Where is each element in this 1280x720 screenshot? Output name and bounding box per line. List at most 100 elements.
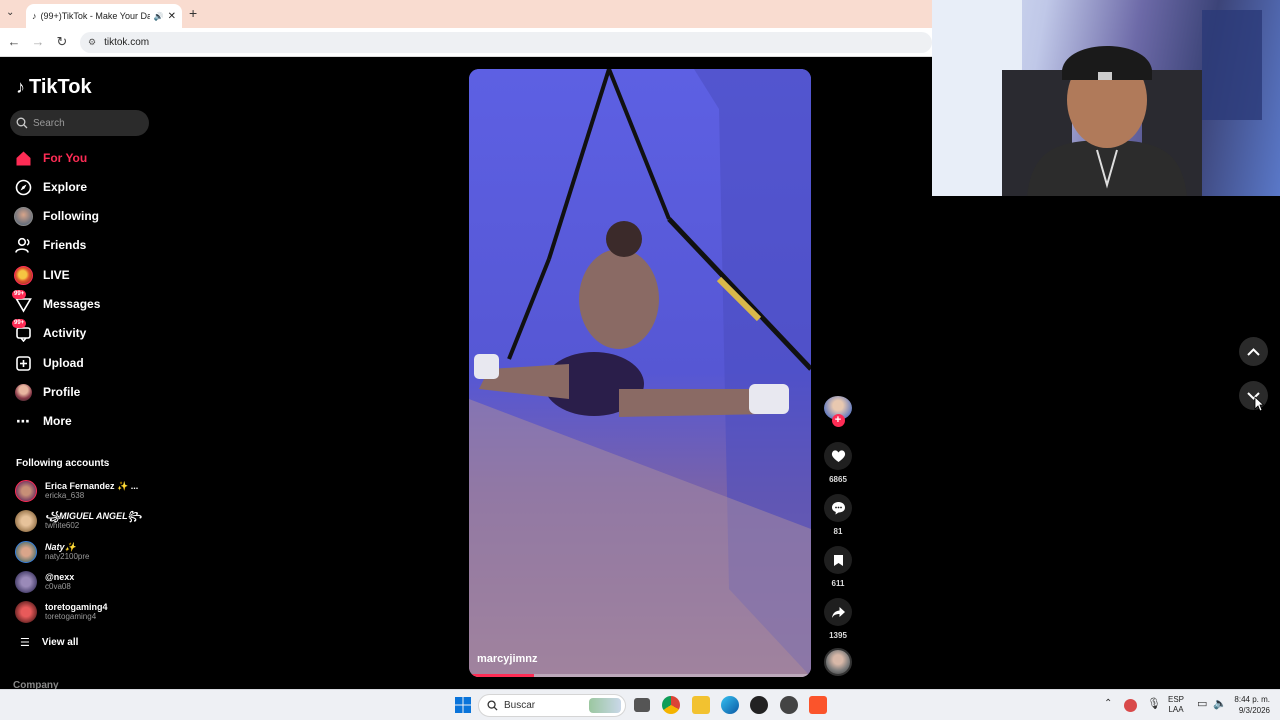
video-author[interactable]: marcyjimnz xyxy=(477,653,538,665)
taskbar-search[interactable]: Buscar xyxy=(478,694,626,717)
nav-for-you[interactable]: For You xyxy=(14,147,87,169)
share-button[interactable]: 1395 xyxy=(823,598,853,640)
input-language[interactable]: ESP LAA xyxy=(1168,695,1184,715)
nav-profile[interactable]: Profile xyxy=(14,381,80,403)
save-button[interactable]: 611 xyxy=(823,546,853,588)
music-disc-icon xyxy=(824,648,852,676)
lang-bottom: LAA xyxy=(1168,705,1184,714)
like-button[interactable]: 6865 xyxy=(823,442,853,484)
tray-app-icon[interactable] xyxy=(1124,699,1137,712)
webcam-streamer-illustration xyxy=(932,0,1262,196)
video-frame-illustration xyxy=(469,69,811,677)
account-item[interactable]: Naty✨ naty2100pre xyxy=(15,539,155,565)
comment-count: 81 xyxy=(833,527,843,536)
network-icon[interactable]: ▭ xyxy=(1197,697,1207,710)
creator-avatar-button[interactable]: + xyxy=(823,396,853,427)
tiktok-logo[interactable]: ♪ TikTok xyxy=(16,76,92,99)
steam-icon[interactable] xyxy=(780,696,798,714)
clock-date: 9/3/2026 xyxy=(1238,706,1270,715)
obs-icon[interactable] xyxy=(750,696,768,714)
system-clock[interactable]: 8:44 p. m. 9/3/2026 xyxy=(1230,694,1270,716)
previous-video-button[interactable] xyxy=(1239,337,1268,366)
nav-label: Profile xyxy=(43,385,81,399)
browser-toolbar: ← → ↻ ⚙ tiktok.com xyxy=(0,28,932,57)
nav-more[interactable]: ⋯ More xyxy=(14,410,72,432)
brave-icon[interactable] xyxy=(809,696,827,714)
view-all-button[interactable]: ☰ View all xyxy=(20,636,78,649)
microphone-icon[interactable]: 🎙 xyxy=(1147,697,1161,710)
site-info-icon[interactable]: ⚙ xyxy=(88,37,96,48)
account-handle: naty2100pre xyxy=(45,552,90,561)
share-count: 1395 xyxy=(829,631,847,640)
task-view-icon[interactable] xyxy=(634,698,650,712)
video-progress-bar[interactable] xyxy=(469,674,811,677)
account-item[interactable]: ꧁MIGUEL ANGEL꧂ twhite602 xyxy=(15,508,155,534)
forward-icon[interactable]: → xyxy=(30,34,46,50)
nav-label: Explore xyxy=(43,180,88,194)
nav-label: For You xyxy=(43,151,88,165)
account-item[interactable]: toretogaming4 toretogaming4 xyxy=(15,599,155,625)
address-bar[interactable]: ⚙ tiktok.com xyxy=(80,32,932,53)
compass-icon xyxy=(14,178,33,197)
tray-chevron-up-icon[interactable]: ⌃ xyxy=(1104,698,1112,709)
nav-following[interactable]: Following xyxy=(14,205,99,227)
nav-label: Activity xyxy=(43,326,87,340)
back-icon[interactable]: ← xyxy=(6,34,22,50)
account-name: Naty✨ xyxy=(45,542,76,552)
nav-activity[interactable]: 99+ Activity xyxy=(12,318,87,344)
profile-icon xyxy=(14,383,33,402)
view-all-label: View all xyxy=(41,637,79,648)
account-handle: twhite602 xyxy=(45,521,80,530)
browser-tab-tiktok[interactable]: ♪ (99+)TikTok - Make Your Day 🔊 ✕ xyxy=(26,4,182,28)
music-disc-button[interactable] xyxy=(823,648,853,676)
search-highlight-icon xyxy=(589,698,621,713)
account-name: Erica Fernandez ✨ ... xyxy=(45,481,139,491)
new-tab-icon[interactable]: + xyxy=(189,5,197,21)
windows-start-icon[interactable] xyxy=(455,697,471,713)
search-placeholder: Search xyxy=(33,117,65,129)
account-item[interactable]: Erica Fernandez ✨ ... ericka_638 xyxy=(15,478,155,504)
nav-label: Messages xyxy=(43,297,101,311)
upload-icon xyxy=(14,354,33,373)
chrome-icon[interactable] xyxy=(662,696,680,714)
account-handle: toretogaming4 xyxy=(45,612,97,621)
following-avatar-icon xyxy=(14,206,33,226)
nav-upload[interactable]: Upload xyxy=(14,352,84,374)
nav-messages[interactable]: 99+ Messages xyxy=(12,289,101,315)
video-progress-fill xyxy=(469,674,534,677)
nav-label: Friends xyxy=(43,238,87,252)
account-handle: c0va08 xyxy=(45,582,71,591)
video-player[interactable]: marcyjimnz xyxy=(469,69,811,677)
sidebar: ♪ TikTok Search For You Explore Followin… xyxy=(0,58,165,691)
heart-icon xyxy=(824,442,852,470)
activity-icon: 99+ xyxy=(12,318,33,343)
following-accounts-title: Following accounts xyxy=(16,458,110,469)
chevron-up-icon xyxy=(1247,347,1260,356)
bookmark-icon xyxy=(824,546,852,574)
tiktok-favicon-icon: ♪ xyxy=(32,11,37,21)
speaker-icon[interactable]: 🔊 xyxy=(154,12,164,21)
url-text: tiktok.com xyxy=(104,37,150,48)
reload-icon[interactable]: ↻ xyxy=(54,34,70,50)
nav-explore[interactable]: Explore xyxy=(14,176,87,198)
tab-search-chevron-icon[interactable]: ⌄ xyxy=(6,7,14,18)
comment-button[interactable]: 81 xyxy=(823,494,853,536)
nav-label: Following xyxy=(43,209,99,223)
more-icon: ⋯ xyxy=(16,412,31,429)
account-item[interactable]: @nexx c0va08 xyxy=(15,569,155,595)
tab-close-icon[interactable]: ✕ xyxy=(168,11,176,22)
nav-friends[interactable]: Friends xyxy=(14,234,86,256)
avatar xyxy=(15,480,37,502)
follow-plus-icon[interactable]: + xyxy=(831,414,845,427)
volume-icon[interactable]: 🔈 xyxy=(1213,697,1227,710)
file-explorer-icon[interactable] xyxy=(692,696,710,714)
nav-live[interactable]: LIVE xyxy=(14,264,70,286)
search-input[interactable]: Search xyxy=(10,110,149,136)
edge-icon[interactable] xyxy=(721,696,739,714)
activity-badge: 99+ xyxy=(12,318,27,328)
account-name: toretogaming4 xyxy=(45,602,108,612)
messages-icon: 99+ xyxy=(12,289,33,314)
save-count: 611 xyxy=(831,579,845,588)
like-count: 6865 xyxy=(829,475,847,484)
tab-title: (99+)TikTok - Make Your Day xyxy=(40,11,150,21)
